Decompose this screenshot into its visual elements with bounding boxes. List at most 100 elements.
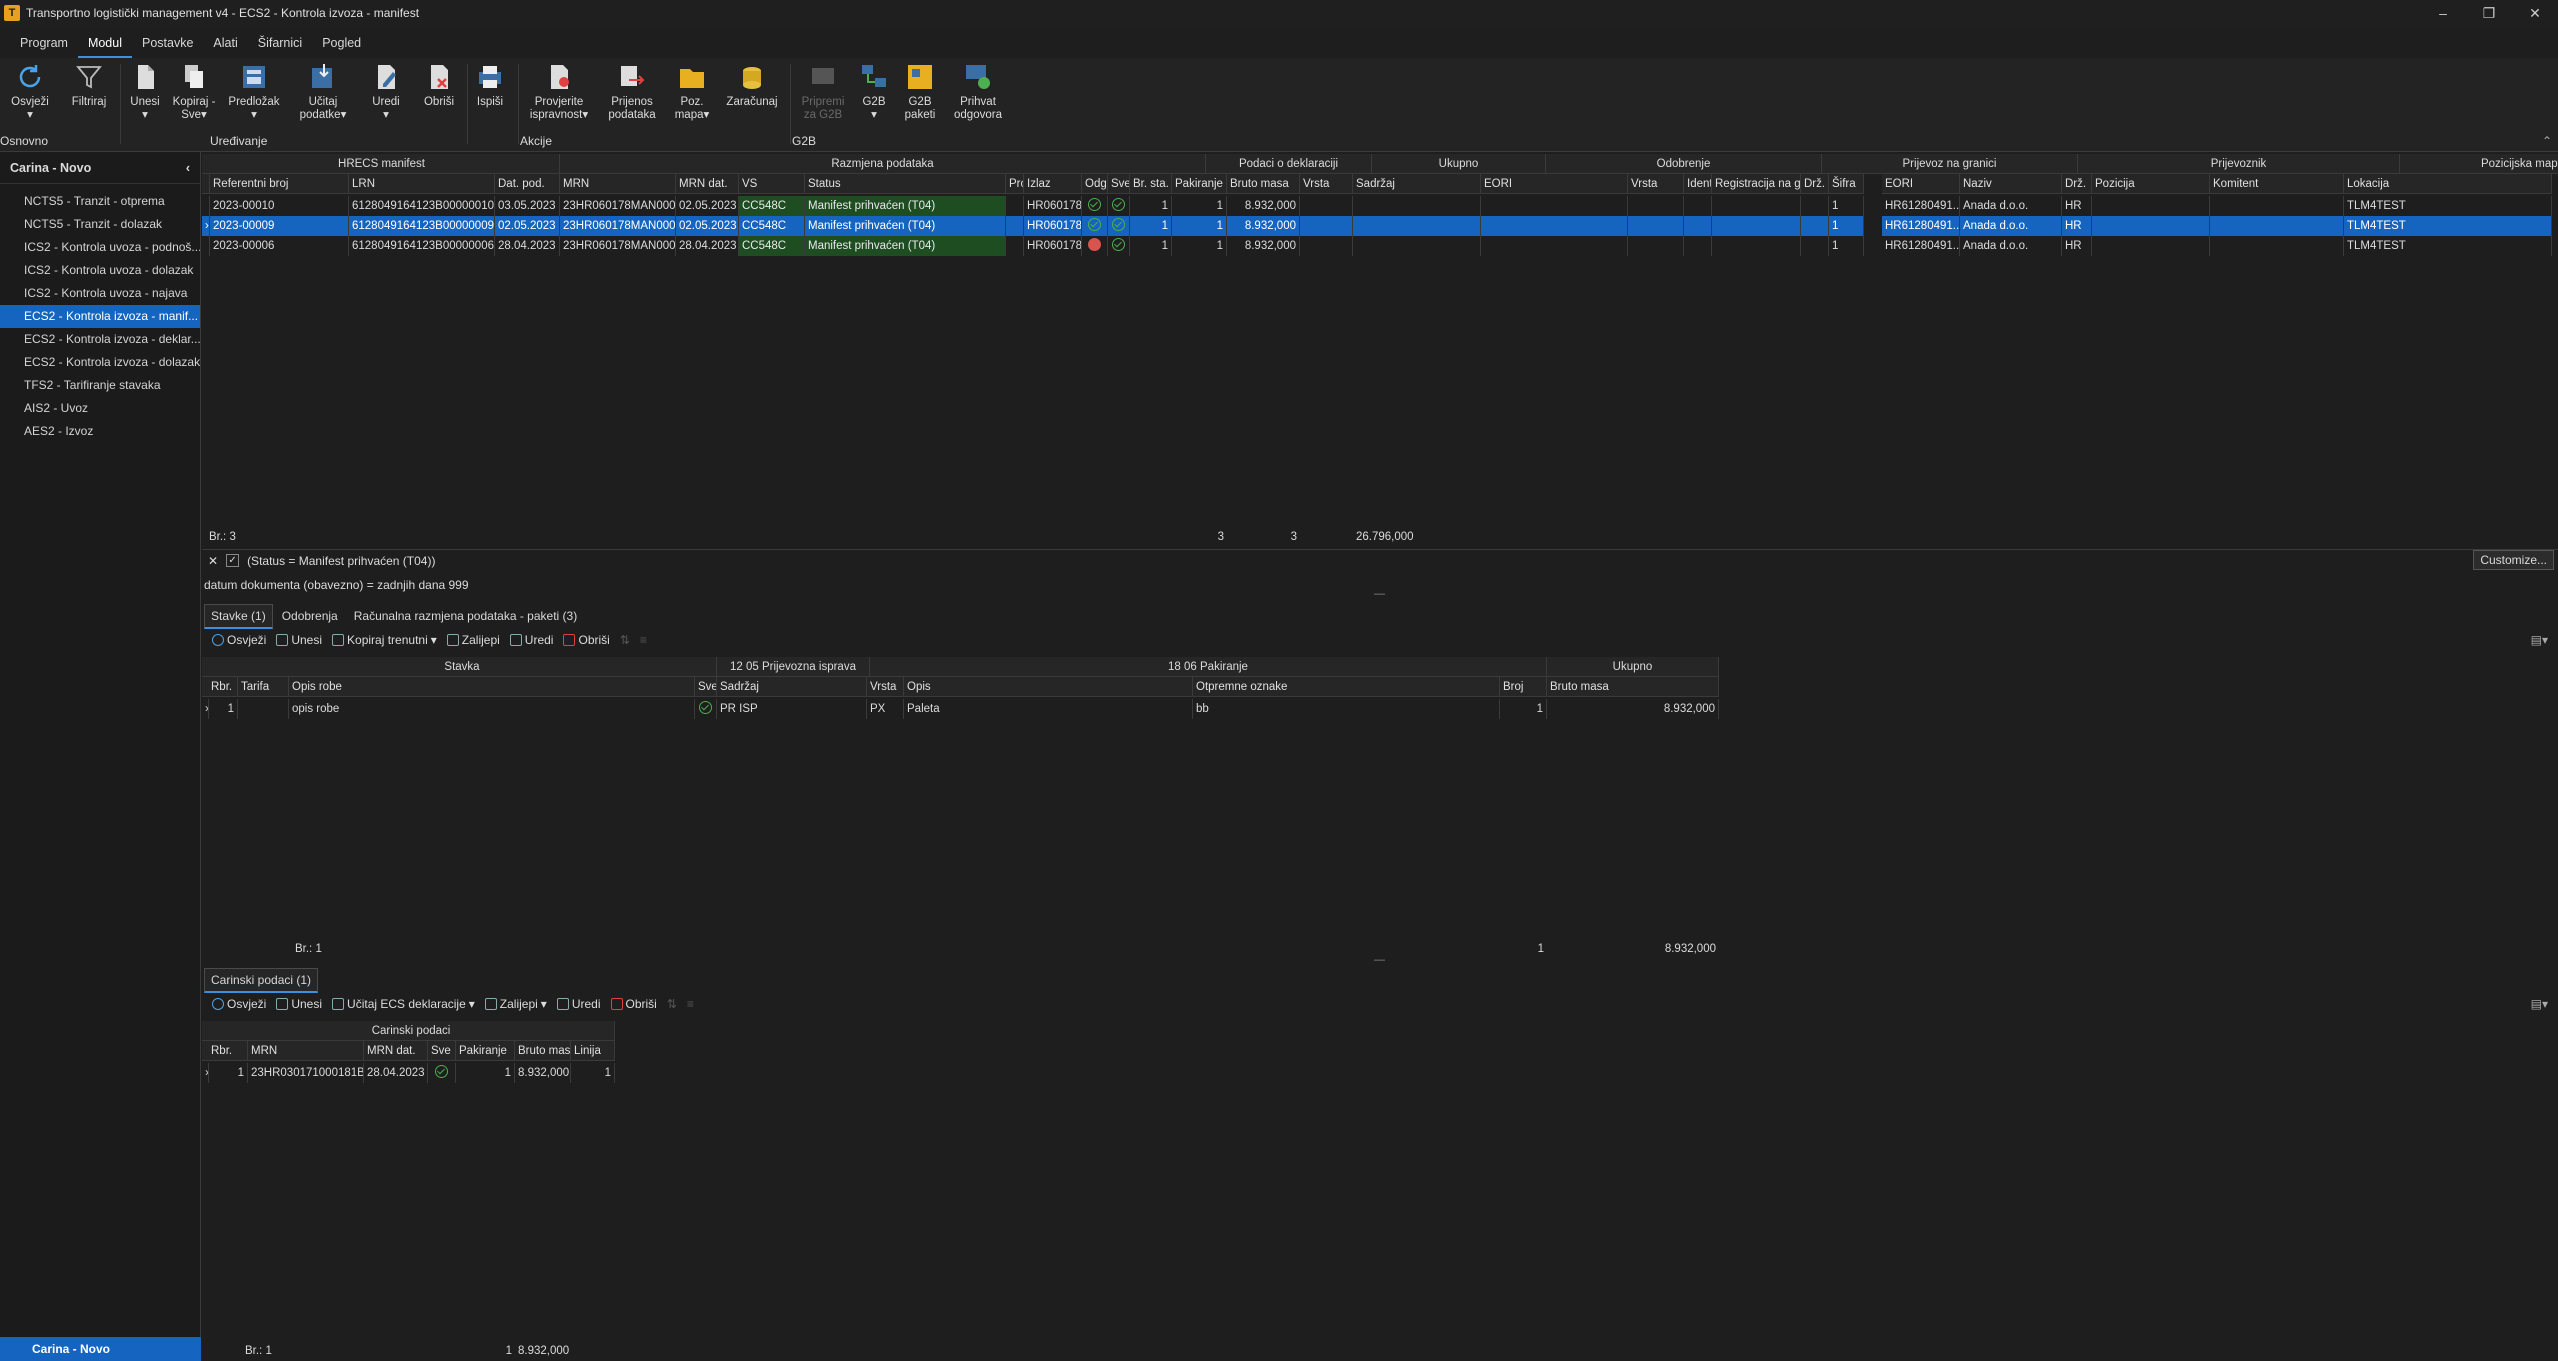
table-cell[interactable] — [1712, 196, 1801, 216]
table-cell[interactable] — [1108, 196, 1130, 216]
table-cell[interactable]: 8.932,000 — [1227, 196, 1300, 216]
g2b-button[interactable]: G2B ▾ — [852, 62, 896, 122]
column-header[interactable]: Lokacija — [2344, 174, 2552, 194]
column-header[interactable]: Naziv — [1960, 174, 2062, 194]
column-header[interactable]: Drž. — [2062, 174, 2092, 194]
table-cell[interactable]: 6128049164123B00000006 — [349, 236, 495, 256]
table-cell[interactable]: 1 — [456, 1063, 515, 1083]
menu-program[interactable]: Program — [10, 32, 78, 58]
column-header[interactable]: Sve — [428, 1041, 456, 1061]
table-cell[interactable]: 1 — [1172, 196, 1227, 216]
table-cell[interactable]: 6128049164123B00000009 — [349, 216, 495, 236]
table-cell[interactable]: 28.04.2023 — [495, 236, 560, 256]
column-header[interactable]: Sve — [695, 677, 717, 697]
table-cell[interactable]: 1 — [1172, 216, 1227, 236]
customs-paste-button[interactable]: Zalijepi ▾ — [484, 997, 547, 1011]
table-cell[interactable] — [1108, 216, 1130, 236]
column-header[interactable]: Rbr. — [208, 1041, 248, 1061]
table-cell[interactable]: 1 — [1500, 699, 1547, 719]
table-cell[interactable] — [2092, 236, 2210, 256]
column-header[interactable]: Broj — [1500, 677, 1547, 697]
table-cell[interactable]: HR — [2062, 216, 2092, 236]
table-cell[interactable]: 1 — [1829, 216, 1864, 236]
tab-stavke[interactable]: Stavke (1) — [204, 604, 273, 629]
table-cell[interactable] — [1108, 236, 1130, 256]
detail-new-button[interactable]: Unesi — [276, 633, 322, 647]
sidebar-item-tfs2[interactable]: TFS2 - Tarifiranje stavaka — [0, 374, 200, 397]
table-cell[interactable]: HR61280491... — [1882, 196, 1960, 216]
detail-copy-button[interactable]: Kopiraj trenutni ▾ — [332, 633, 437, 647]
table-cell[interactable]: Manifest prihvaćen (T04) — [805, 216, 1006, 236]
table-cell[interactable] — [1628, 196, 1684, 216]
table-cell[interactable]: Anada d.o.o. — [1960, 216, 2062, 236]
tab-carinski-podaci[interactable]: Carinski podaci (1) — [204, 968, 319, 993]
filter-enabled-checkbox[interactable]: ✓ — [226, 554, 240, 567]
table-cell[interactable] — [1353, 216, 1481, 236]
table-cell[interactable]: HR61280491... — [1882, 236, 1960, 256]
table-cell[interactable]: Anada d.o.o. — [1960, 196, 2062, 216]
table-cell[interactable] — [1801, 216, 1829, 236]
table-cell[interactable]: bb — [1193, 699, 1500, 719]
column-header[interactable]: Rbr. — [208, 677, 238, 697]
column-header[interactable]: MRN — [248, 1041, 364, 1061]
table-cell[interactable]: 02.05.2023 — [676, 196, 739, 216]
column-header[interactable]: Otpremne oznake — [1193, 677, 1500, 697]
table-cell[interactable]: 8.932,000 — [515, 1063, 571, 1083]
sidebar-item-ncts5-dolazak[interactable]: NCTS5 - Tranzit - dolazak — [0, 213, 200, 236]
column-header[interactable]: Ident. — [1684, 174, 1712, 194]
validate-button[interactable]: Provjerite ispravnost▾ — [524, 62, 594, 122]
sidebar-item-ics2-podnosenje[interactable]: ICS2 - Kontrola uvoza - podnoš... — [0, 236, 200, 259]
tab-odobrenja[interactable]: Odobrenja — [275, 604, 345, 629]
load-ecs-button[interactable]: Učitaj ECS deklaracije ▾ — [332, 997, 475, 1011]
customs-delete-button[interactable]: Obriši — [610, 997, 657, 1011]
sidebar-item-aes2[interactable]: AES2 - Izvoz — [0, 420, 200, 443]
column-header[interactable]: Sadržaj — [717, 677, 867, 697]
table-cell[interactable]: 23HR060178MAN0000... — [560, 236, 676, 256]
table-cell[interactable] — [2210, 216, 2344, 236]
column-header[interactable]: Odg. — [1082, 174, 1108, 194]
column-header[interactable]: Sadržaj — [1353, 174, 1481, 194]
sidebar-item-ecs2-deklaracija[interactable]: ECS2 - Kontrola izvoza - deklar... — [0, 328, 200, 351]
table-cell[interactable]: HR61280491... — [1882, 216, 1960, 236]
table-cell[interactable] — [1300, 236, 1353, 256]
column-header[interactable]: Pakiranje — [456, 1041, 515, 1061]
invoice-button[interactable]: Zaračunaj — [722, 62, 782, 109]
clear-filter-icon[interactable]: ✕ — [208, 554, 218, 568]
table-cell[interactable] — [1712, 236, 1801, 256]
table-cell[interactable]: 02.05.2023 — [676, 216, 739, 236]
column-header[interactable]: LRN — [349, 174, 495, 194]
date-filter-text[interactable]: datum dokumenta (obavezno) = zadnjih dan… — [204, 578, 469, 592]
column-header[interactable]: MRN dat. — [364, 1041, 428, 1061]
table-cell[interactable]: 23HR030171000181B3 — [248, 1063, 364, 1083]
table-cell[interactable]: 23HR060178MAN0000... — [560, 216, 676, 236]
customs-refresh-button[interactable]: Osvježi — [212, 997, 266, 1011]
column-header[interactable]: Bruto masa — [1227, 174, 1300, 194]
table-cell[interactable] — [695, 699, 717, 719]
table-cell[interactable] — [1006, 196, 1024, 216]
table-cell[interactable] — [1082, 196, 1108, 216]
table-cell[interactable]: TLM4TEST — [2344, 236, 2552, 256]
menu-modul[interactable]: Modul — [77, 32, 132, 58]
sidebar-footer-module[interactable]: Carina - Novo — [0, 1337, 201, 1361]
column-header[interactable]: Vrsta — [1628, 174, 1684, 194]
column-header[interactable]: Registracija na granici — [1712, 174, 1801, 194]
g2b-packages-button[interactable]: G2B paketi — [898, 62, 942, 122]
table-cell[interactable] — [1300, 196, 1353, 216]
data-transfer-button[interactable]: Prijenos podataka — [600, 62, 664, 122]
table-cell[interactable]: CC548C — [739, 196, 805, 216]
column-header[interactable]: Bruto masa — [1547, 677, 1719, 697]
table-cell[interactable]: 8.932,000 — [1547, 699, 1719, 719]
table-cell[interactable] — [1300, 216, 1353, 236]
table-cell[interactable]: 28.04.2023 — [364, 1063, 428, 1083]
row-indicator[interactable] — [202, 196, 210, 216]
table-cell[interactable]: 1 — [1829, 236, 1864, 256]
column-header[interactable]: MRN dat. — [676, 174, 739, 194]
table-cell[interactable] — [2210, 196, 2344, 216]
table-cell[interactable] — [428, 1063, 456, 1083]
table-cell[interactable]: HR060178 — [1024, 216, 1082, 236]
position-map-button[interactable]: Poz. mapa▾ — [668, 62, 716, 122]
sidebar-item-ais2[interactable]: AIS2 - Uvoz — [0, 397, 200, 420]
menu-sifarnici[interactable]: Šifarnici — [248, 32, 312, 58]
splitter-handle-1[interactable]: ― — [1374, 588, 1385, 600]
customs-edit-button[interactable]: Uredi — [556, 997, 601, 1011]
